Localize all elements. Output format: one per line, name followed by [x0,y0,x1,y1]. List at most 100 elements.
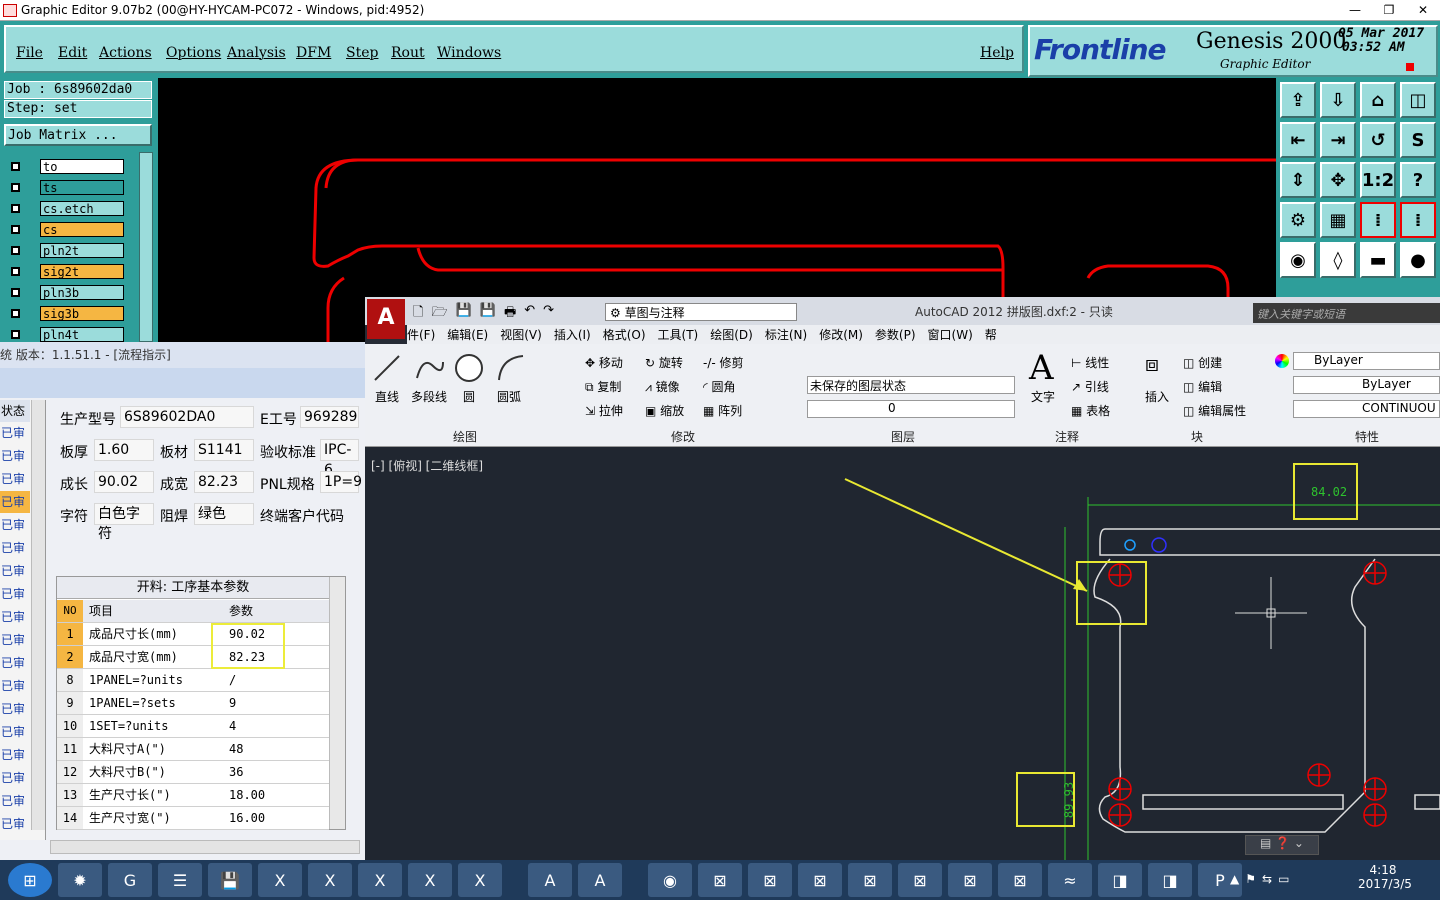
snap-right-icon[interactable]: ⇥ [1320,122,1356,158]
layer-checkbox[interactable] [6,201,24,216]
minimize-icon[interactable]: — [1338,0,1372,19]
genesis-icon[interactable]: ⊠ [848,863,892,897]
status-item[interactable]: 已审 [0,514,30,536]
app-doc-icon[interactable]: ☰ [158,863,202,897]
genesis-icon[interactable]: ⊠ [948,863,992,897]
table-row[interactable]: 9 1PANEL=?sets 9 [57,692,329,715]
menu-actions[interactable]: Actions [99,45,152,61]
layer-checkbox[interactable] [6,327,24,342]
save-icon[interactable]: 💾 [456,303,472,325]
layer-name[interactable]: pln3b [40,285,124,300]
window-icon[interactable]: ◫ [1400,82,1436,118]
status-item[interactable]: 已审 [0,790,30,812]
table-row[interactable]: 1 成品尺寸长(mm) 90.02 [57,623,329,646]
tray-net-icon[interactable]: ⇆ [1262,872,1272,886]
status-item[interactable]: 已审 [0,767,30,789]
acad-menu-item[interactable]: 帮 [985,326,997,343]
status-item[interactable]: 已审 [0,583,30,605]
acad-menu-item[interactable]: 标注(N) [765,326,807,343]
excel-icon[interactable]: X [258,863,302,897]
status-item[interactable]: 已审 [0,491,30,513]
start-icon[interactable]: ⊞ [8,863,52,897]
layer-state-select[interactable]: 未保存的图层状态 [807,376,1015,394]
workspace-select[interactable]: ⚙ 草图与注释 [605,303,797,321]
pnl-field[interactable]: 1P=9 [320,471,362,493]
status-item[interactable]: 已审 [0,721,30,743]
tray-screen-icon[interactable]: ▭ [1278,872,1289,886]
acad-menu-item[interactable]: 编辑(E) [447,326,488,343]
table-tool[interactable]: ▦ 表格 [1071,402,1110,419]
autocad-icon[interactable]: A [578,863,622,897]
menu-file[interactable]: File [16,45,43,61]
layer-name[interactable]: pln4t [40,327,124,342]
array-tool[interactable]: ▦ 阵列 [703,402,742,419]
grid-icon[interactable]: ▦ [1320,202,1356,238]
edit-attr-tool[interactable]: ◫ 编辑属性 [1183,402,1246,419]
panel-annotation[interactable]: 注释 [1055,428,1079,445]
layer-checkbox[interactable] [6,243,24,258]
menu-options[interactable]: Options [166,45,221,61]
acad-menu-item[interactable]: 视图(V) [500,326,542,343]
undo-icon[interactable]: ↺ [1360,122,1396,158]
pan-icon[interactable]: ✥ [1320,162,1356,198]
excel-icon[interactable]: X [458,863,502,897]
save-icon[interactable]: 💾 [208,863,252,897]
mask-field[interactable]: 绿色 [194,503,254,525]
nav-bar[interactable]: ▤ ❓ ⌄ [1245,835,1319,855]
panel-modify[interactable]: 修改 [671,428,695,445]
genesis-icon[interactable]: ⊠ [998,863,1042,897]
status-item[interactable]: 已审 [0,468,30,490]
layer-name[interactable]: ts [40,180,124,195]
menu-step[interactable]: Step [346,45,378,61]
stretch-tool[interactable]: ⇲ 拉伸 [585,402,623,419]
scale-tool[interactable]: ▣ 缩放 [645,402,684,419]
linear-tool[interactable]: ⊢ 线性 [1071,354,1109,371]
job-matrix-button[interactable]: Job Matrix ... [4,124,152,146]
circle-tool[interactable]: 圆 [463,388,475,405]
eye-icon[interactable]: ◉ [648,863,692,897]
layer-row[interactable]: pln3b [6,284,124,301]
insert-icon[interactable]: ⧈ [1145,352,1159,377]
menu-edit[interactable]: Edit [58,45,87,61]
status-item[interactable]: 已审 [0,445,30,467]
linetype-select[interactable]: ByLayer [1293,376,1440,394]
layer-row[interactable]: sig2t [6,263,124,280]
model-field[interactable]: 6S89602DA0 [120,406,254,428]
zoom-in-icon[interactable]: ⇩ [1320,82,1356,118]
acad-menu-item[interactable]: 绘图(D) [710,326,753,343]
genesis-icon[interactable]: ⊠ [798,863,842,897]
layer-checkbox[interactable] [6,285,24,300]
table-row[interactable]: 8 1PANEL=?units / [57,669,329,692]
app-star-icon[interactable]: ✹ [58,863,102,897]
table-row[interactable]: 14 生产尺寸宽(") 16.00 [57,807,329,830]
table-row[interactable]: 2 成品尺寸宽(mm) 82.23 [57,646,329,669]
app-g-icon[interactable]: G [108,863,152,897]
saveas-icon[interactable]: 💾 [480,303,496,325]
leader-tool[interactable]: ↗ 引线 [1071,378,1109,395]
layer-select[interactable]: 0 [807,400,1015,418]
autocad-logo-icon[interactable]: A [367,299,405,339]
text-tool[interactable]: 文字 [1031,388,1055,405]
color-select[interactable]: ByLayer [1293,352,1440,370]
layer-row[interactable]: ts [6,179,124,196]
status-item[interactable]: 已审 [0,606,30,628]
close-icon[interactable]: ✕ [1406,0,1440,19]
acad-menu-item[interactable]: 修改(M) [819,326,863,343]
table-row[interactable]: 13 生产尺寸长(") 18.00 [57,784,329,807]
acad-menu-item[interactable]: 窗口(W) [928,326,973,343]
arc-tool[interactable]: 圆弧 [497,388,521,405]
ratio-icon[interactable]: 1:2 [1360,162,1396,198]
eno-field[interactable]: 969289 [300,406,359,428]
excel-icon[interactable]: X [408,863,452,897]
layer-checkbox[interactable] [6,264,24,279]
acad-menu-item[interactable]: 参数(P) [875,326,916,343]
genesis-icon[interactable]: ⊠ [748,863,792,897]
autocad-icon[interactable]: A [528,863,572,897]
genesis-icon[interactable]: ⊠ [898,863,942,897]
fit-icon[interactable]: ⇕ [1280,162,1316,198]
copy-tool[interactable]: ⧉ 复制 [585,378,621,395]
open-icon[interactable]: 🗁 [431,303,447,325]
search-input[interactable]: 键入关键字或短语 [1253,303,1440,323]
mirror-tool[interactable]: ⩘ 镜像 [645,378,680,395]
status-item[interactable]: 已审 [0,560,30,582]
